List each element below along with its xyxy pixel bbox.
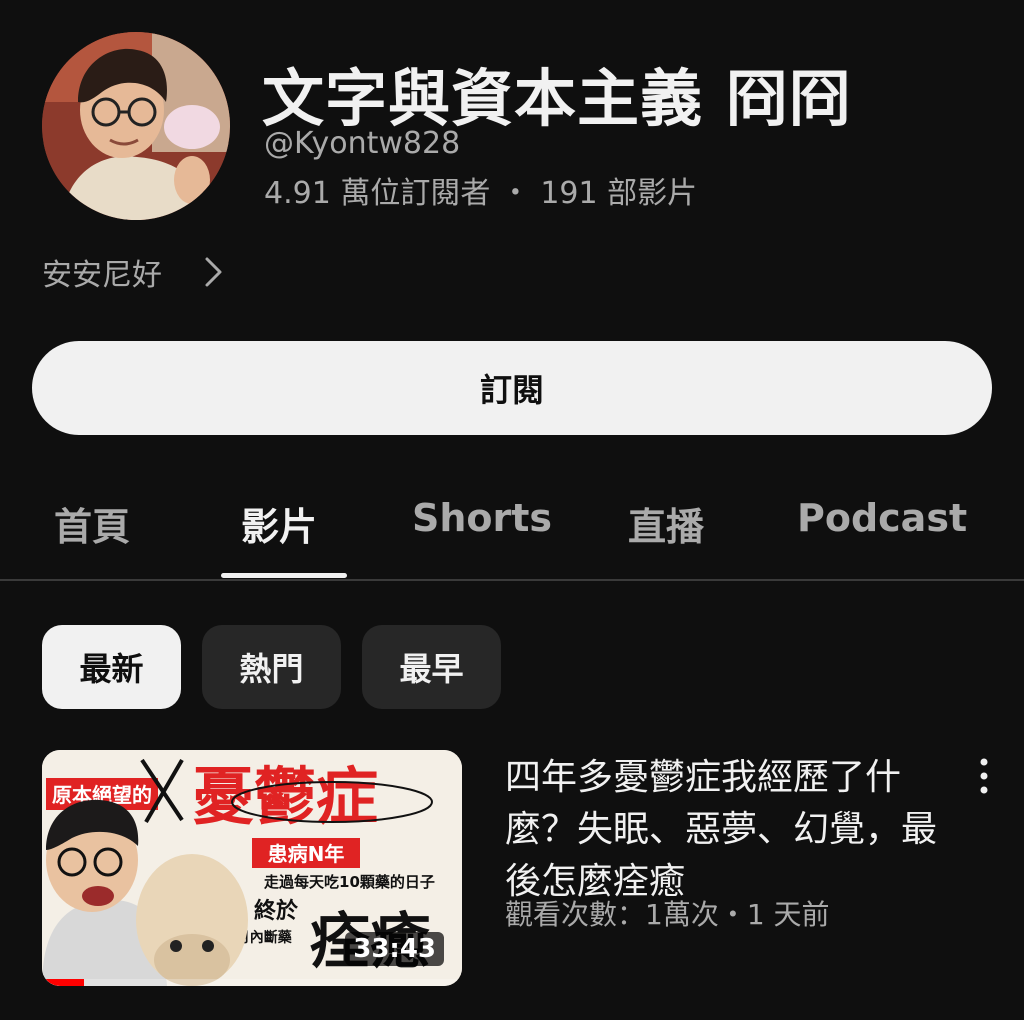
- more-vert-icon: [980, 758, 988, 794]
- channel-stats: 4.91 萬位訂閱者・ 191 部影片: [264, 168, 697, 212]
- tabs-divider: [0, 579, 1024, 581]
- subscribe-button[interactable]: 訂閱: [32, 341, 992, 435]
- video-duration: 33:43: [345, 932, 444, 966]
- subscriber-count: 4.91 萬位訂閱者: [264, 176, 491, 211]
- channel-avatar[interactable]: [42, 32, 230, 220]
- more-options-button[interactable]: [964, 752, 1004, 802]
- tab-live[interactable]: 直播: [628, 496, 704, 551]
- video-count: 191 部影片: [540, 176, 698, 211]
- chip-latest[interactable]: 最新: [42, 625, 181, 709]
- avatar-image: [42, 32, 230, 220]
- active-tab-indicator: [221, 573, 347, 578]
- video-meta: 觀看次數：1萬次・1 天前: [505, 898, 830, 931]
- tab-home[interactable]: 首頁: [54, 496, 130, 551]
- channel-tabs: 首頁 影片 Shorts 直播 Podcast: [0, 482, 1024, 580]
- tab-videos[interactable]: 影片: [241, 496, 317, 551]
- chevron-right-icon: [205, 257, 222, 287]
- channel-title: 文字與資本主義 冏冏: [262, 62, 852, 135]
- tab-shorts[interactable]: Shorts: [412, 496, 552, 540]
- channel-description: 安安尼好: [42, 258, 162, 293]
- stats-separator: ・: [500, 176, 531, 211]
- watch-progress-bar: [42, 979, 462, 986]
- thumb-sub3: 終於: [254, 898, 299, 924]
- thumb-sub1: 患病N年: [268, 842, 345, 866]
- tab-podcast[interactable]: Podcast: [797, 496, 967, 540]
- chip-oldest[interactable]: 最早: [362, 625, 501, 709]
- video-thumbnail[interactable]: 原本絕望的 憂鬱症 患病N年 走過每天吃10顆藥的日子 終於 2個月內斷藥 痊癒…: [42, 750, 462, 986]
- watch-progress-fill: [42, 979, 84, 986]
- chip-popular[interactable]: 熱門: [202, 625, 341, 709]
- thumb-sub2: 走過每天吃10顆藥的日子: [264, 873, 435, 891]
- channel-handle: @Kyontw828: [264, 126, 461, 161]
- channel-description-link[interactable]: 安安尼好: [42, 250, 230, 294]
- video-title[interactable]: 四年多憂鬱症我經歷了什麼？失眠、惡夢、幻覺，最後怎麼痊癒: [505, 752, 945, 908]
